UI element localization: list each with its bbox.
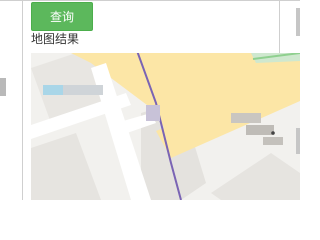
- right-scroll-stub[interactable]: [296, 8, 300, 36]
- map-label-blur: [246, 125, 274, 135]
- right-scroll-stub[interactable]: [296, 128, 300, 154]
- top-divider: [0, 0, 300, 1]
- map-view[interactable]: [31, 53, 300, 200]
- left-scroll-stub[interactable]: [0, 78, 6, 96]
- map-canvas[interactable]: [31, 53, 300, 200]
- map-label-blur: [146, 105, 160, 121]
- map-label-blur: [63, 85, 103, 95]
- left-border: [22, 0, 23, 200]
- map-label-blur: [263, 137, 283, 145]
- query-button[interactable]: 查询: [31, 2, 93, 31]
- map-label-blur: [231, 113, 261, 123]
- map-label-blur: [43, 85, 63, 95]
- poi-marker[interactable]: [271, 131, 275, 135]
- page: 查询 地图结果: [0, 0, 300, 200]
- map-results-heading: 地图结果: [31, 32, 80, 46]
